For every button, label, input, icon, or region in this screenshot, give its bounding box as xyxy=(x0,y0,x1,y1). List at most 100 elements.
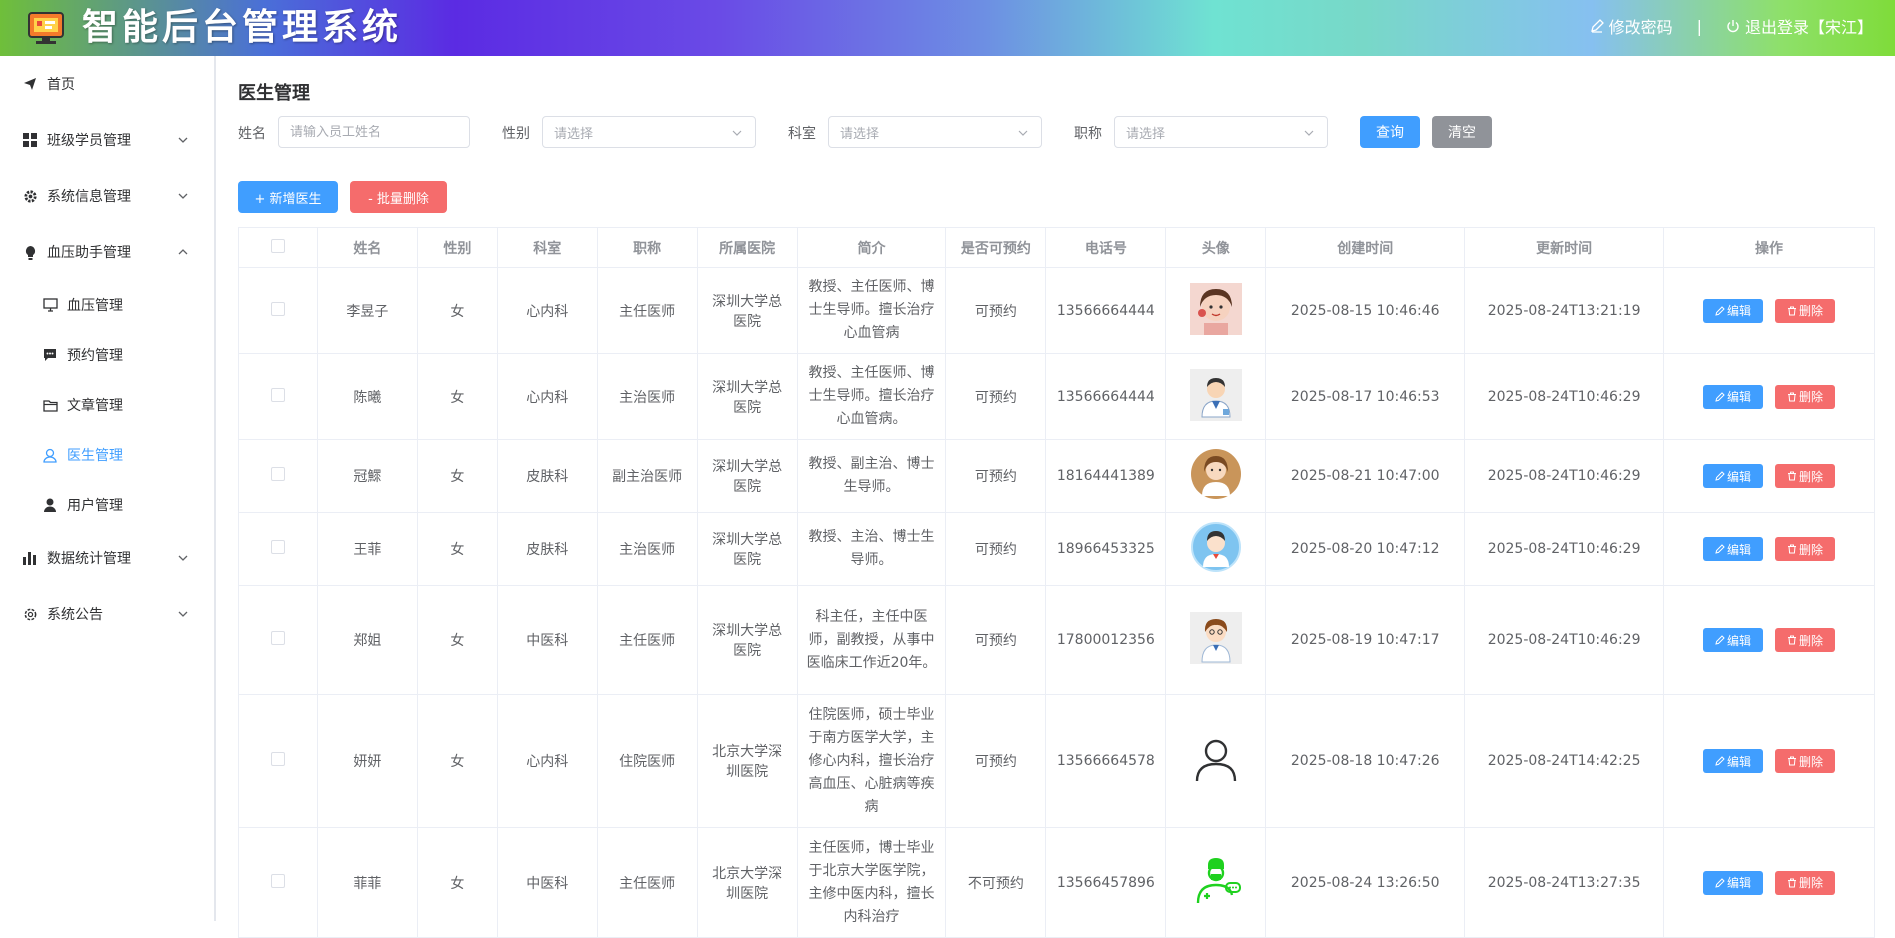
sidebar-item-label: 血压助手管理 xyxy=(47,245,131,261)
sidebar-item-bp-assistant[interactable]: 血压助手管理 xyxy=(22,232,214,272)
edit-icon xyxy=(1715,391,1725,402)
cell-updated: 2025-08-24T13:21:19 xyxy=(1464,267,1665,354)
row-checkbox[interactable] xyxy=(270,631,285,645)
change-password-link[interactable]: 修改密码 xyxy=(1590,14,1673,38)
cell-intro: 科主任，主任中医师，副教授，从事中医临床工作近20年。 xyxy=(796,585,947,695)
cell-dept: 中医科 xyxy=(496,585,598,695)
logo-icon xyxy=(28,12,64,44)
sidebar-item-label: 医生管理 xyxy=(67,448,123,464)
cell-gender: 女 xyxy=(416,694,498,828)
edit-button[interactable]: 编辑 xyxy=(1703,870,1764,895)
cell-title: 副主治医师 xyxy=(596,439,698,513)
cell-dept: 皮肤科 xyxy=(496,512,598,586)
edit-button[interactable]: 编辑 xyxy=(1703,749,1764,773)
table-row: 冠鰥女皮肤科 副主治医师 深圳大学总医院 教授、副主治、博士生导师。 可预约 181644… xyxy=(238,439,1875,513)
gender-select[interactable]: 请选择 xyxy=(542,116,756,148)
delete-button[interactable]: 删除 xyxy=(1775,537,1836,561)
sidebar-item-label: 血压管理 xyxy=(67,298,123,314)
dept-select-placeholder: 请选择 xyxy=(840,126,880,142)
cell-actions: 编辑 删除 xyxy=(1663,585,1875,695)
cell-created: 2025-08-19 10:47:17 xyxy=(1265,585,1466,695)
cell-name: 王菲 xyxy=(316,512,418,586)
edit-button[interactable]: 编辑 xyxy=(1703,537,1764,561)
name-search-input[interactable] xyxy=(290,124,469,140)
cell-hospital: 深圳大学总医院 xyxy=(696,439,798,513)
row-checkbox[interactable] xyxy=(270,467,285,481)
row-checkbox[interactable] xyxy=(270,540,285,554)
cell-actions: 编辑 删除 xyxy=(1663,827,1875,938)
cell-bookable: 可预约 xyxy=(945,267,1047,354)
row-checkbox[interactable] xyxy=(270,752,285,766)
edit-button[interactable]: 编辑 xyxy=(1703,464,1764,488)
sidebar-item-user[interactable]: 用户管理 xyxy=(42,485,214,525)
settings-icon xyxy=(22,606,38,622)
title-select[interactable]: 请选择 xyxy=(1114,116,1328,148)
sidebar-item-label: 系统信息管理 xyxy=(47,189,131,205)
logout-link[interactable]: 退出登录【宋江】 xyxy=(1726,14,1873,38)
cell-intro: 住院医师，硕士毕业于南方医学大学，主修心内科，擅长治疗高血压、心脏病等疾病 xyxy=(796,694,947,828)
cell-phone: 13566457896 xyxy=(1045,827,1167,938)
cell-phone: 17800012356 xyxy=(1045,585,1167,695)
sidebar-item-bp-manage[interactable]: 血压管理 xyxy=(42,285,214,325)
cell-avatar xyxy=(1165,585,1267,695)
clear-button[interactable]: 清空 xyxy=(1432,116,1492,148)
column-header: 姓名 xyxy=(316,227,418,268)
cell-intro: 教授、主治、博士生导师。 xyxy=(796,512,947,586)
page-title: 医生管理 xyxy=(238,83,310,104)
dept-filter-label: 科室 xyxy=(788,126,816,142)
delete-button[interactable]: 删除 xyxy=(1775,749,1836,773)
table-row: 郑姐女中医科 主任医师 深圳大学总医院 科主任，主任中医师，副教授，从事中医临床工作近… xyxy=(238,585,1875,695)
cell-created: 2025-08-24 13:26:50 xyxy=(1265,827,1466,938)
bulb-icon xyxy=(22,244,38,260)
chevron-down-icon xyxy=(178,555,188,561)
cell-updated: 2025-08-24T10:46:29 xyxy=(1464,585,1665,695)
header-separator: | xyxy=(1696,16,1702,36)
top-header: 智能后台管理系统 修改密码 | 退出登录【宋江】 xyxy=(0,0,1895,56)
add-doctor-button[interactable]: + 新增医生 xyxy=(238,181,338,213)
cell-intro: 教授、主任医师、博士生导师。擅长治疗心血管病 xyxy=(796,267,947,354)
cell-bookable: 可预约 xyxy=(945,353,1047,440)
cell-title: 住院医师 xyxy=(596,694,698,828)
row-checkbox[interactable] xyxy=(270,873,285,888)
chevron-down-icon xyxy=(1304,130,1314,136)
cell-avatar xyxy=(1165,512,1267,586)
trash-icon xyxy=(1788,878,1796,887)
sidebar-item-label: 首页 xyxy=(47,77,75,93)
batch-delete-button[interactable]: - 批量删除 xyxy=(350,181,447,213)
sidebar-item-announcement[interactable]: 系统公告 xyxy=(22,594,214,634)
delete-button[interactable]: 删除 xyxy=(1775,298,1836,323)
sidebar-item-home[interactable]: 首页 xyxy=(22,64,236,104)
sidebar-item-article[interactable]: 文章管理 xyxy=(42,385,214,425)
bar-chart-icon xyxy=(22,550,38,566)
delete-button[interactable]: 删除 xyxy=(1775,464,1836,488)
query-button[interactable]: 查询 xyxy=(1360,116,1420,148)
cell-created: 2025-08-17 10:46:53 xyxy=(1265,353,1466,440)
edit-button[interactable]: 编辑 xyxy=(1703,628,1764,652)
row-checkbox[interactable] xyxy=(270,387,285,402)
delete-label: 删除 xyxy=(1799,390,1824,404)
cell-name: 郑姐 xyxy=(316,585,418,695)
edit-label: 编辑 xyxy=(1727,633,1752,648)
cell-title: 主治医师 xyxy=(596,512,698,586)
sidebar-item-class-students[interactable]: 班级学员管理 xyxy=(22,120,214,160)
cell-hospital: 深圳大学总医院 xyxy=(696,512,798,586)
cell-avatar xyxy=(1165,827,1267,938)
dept-select[interactable]: 请选择 xyxy=(828,116,1042,148)
sidebar-item-statistics[interactable]: 数据统计管理 xyxy=(22,538,214,578)
delete-button[interactable]: 删除 xyxy=(1775,384,1836,409)
edit-button[interactable]: 编辑 xyxy=(1703,298,1764,323)
row-checkbox[interactable] xyxy=(270,301,285,316)
edit-icon xyxy=(1715,305,1725,316)
delete-button[interactable]: 删除 xyxy=(1775,628,1836,652)
delete-button[interactable]: 删除 xyxy=(1775,870,1836,895)
cell-gender: 女 xyxy=(416,585,498,695)
sidebar-item-system-info[interactable]: 系统信息管理 xyxy=(22,176,214,216)
sidebar-item-doctor[interactable]: 医生管理 xyxy=(42,435,214,475)
select-all-checkbox[interactable] xyxy=(270,238,285,253)
sidebar-item-label: 用户管理 xyxy=(67,498,123,514)
edit-label: 编辑 xyxy=(1727,876,1752,890)
edit-button[interactable]: 编辑 xyxy=(1703,384,1764,409)
header-actions: 修改密码 | 退出登录【宋江】 xyxy=(1590,0,1873,52)
sidebar-item-appointment[interactable]: 预约管理 xyxy=(42,335,214,375)
cell-actions: 编辑 删除 xyxy=(1663,694,1875,828)
